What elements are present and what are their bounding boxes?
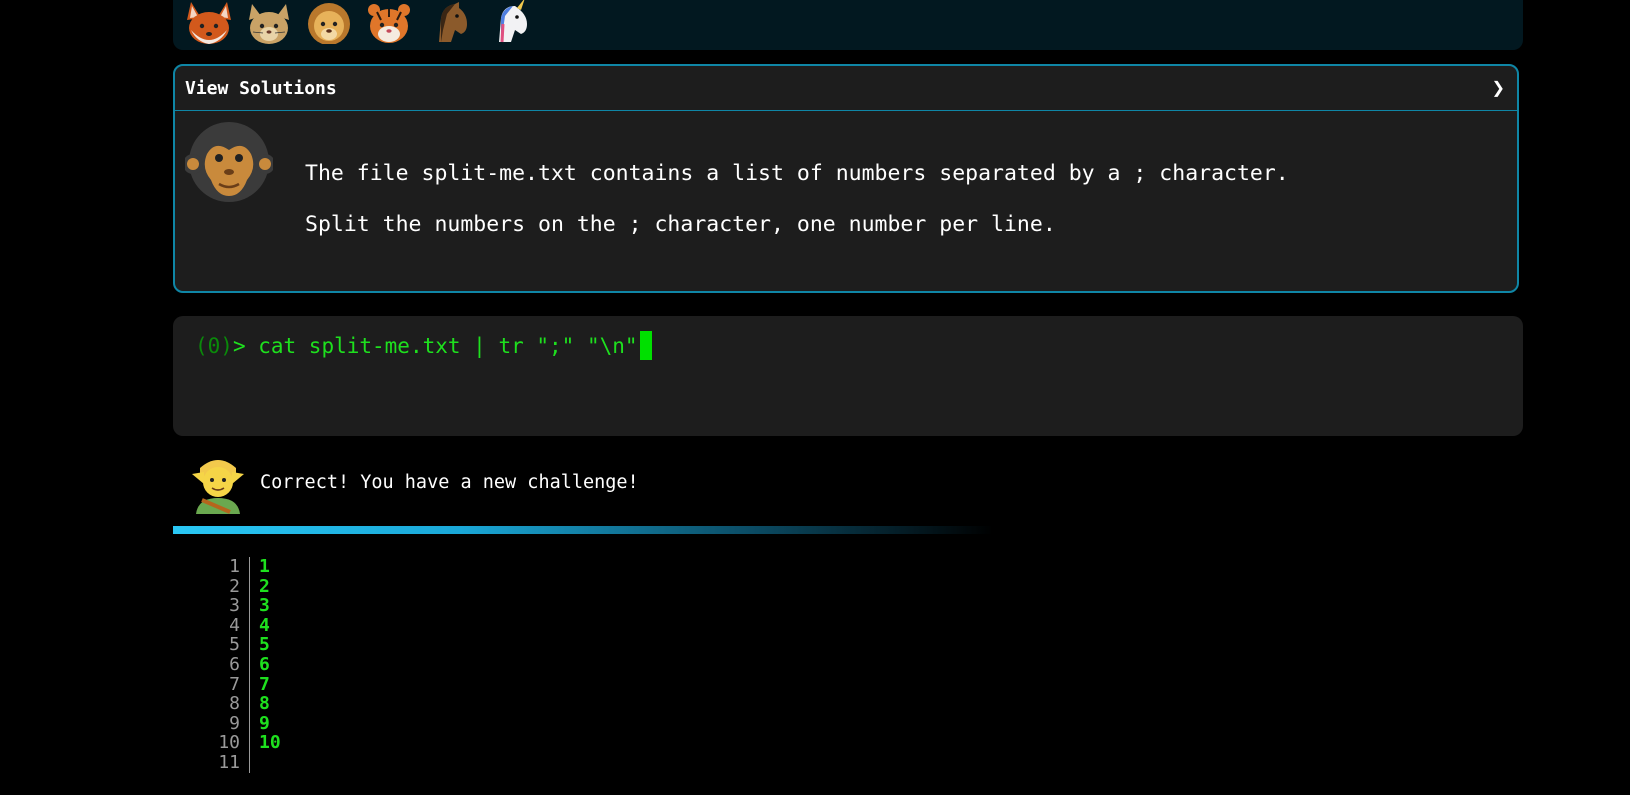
unicorn-face-icon[interactable] — [481, 0, 537, 44]
output-value: 2 — [259, 575, 270, 597]
output-value: 3 — [259, 595, 270, 617]
output-row: 33 — [200, 596, 281, 616]
output-row: 11 — [200, 753, 281, 773]
cat-face-icon[interactable] — [241, 0, 297, 44]
line-number: 2 — [200, 576, 250, 597]
output-value — [250, 753, 259, 773]
line-number: 1 — [200, 557, 250, 577]
solutions-panel: View Solutions ❯ The file split-me.txt c… — [173, 64, 1519, 293]
monkey-face-icon — [185, 122, 273, 202]
line-number: 5 — [200, 635, 250, 655]
output-value: 7 — [259, 673, 270, 695]
solutions-header[interactable]: View Solutions ❯ — [175, 66, 1517, 111]
output-value: 4 — [259, 614, 270, 636]
horse-face-icon[interactable] — [421, 0, 477, 44]
line-number: 6 — [200, 655, 250, 675]
output-row: 11 — [200, 557, 281, 577]
feedback-message: Correct! You have a new challenge! — [190, 450, 639, 514]
line-number: 7 — [200, 674, 250, 695]
chevron-right-icon[interactable]: ❯ — [1492, 76, 1505, 101]
output-value: 5 — [259, 634, 270, 656]
line-number: 10 — [200, 733, 250, 753]
lion-face-icon[interactable] — [301, 0, 357, 44]
elf-icon — [192, 460, 244, 514]
text-cursor — [639, 331, 652, 360]
command-text[interactable]: cat split-me.txt | tr ";" "\n" — [258, 334, 637, 358]
output-row: 44 — [200, 616, 281, 636]
fox-face-icon[interactable] — [181, 0, 237, 44]
terminal-input[interactable]: (0) > cat split-me.txt | tr ";" "\n" — [173, 316, 1523, 436]
output-row: 55 — [200, 635, 281, 655]
output-value: 8 — [259, 693, 270, 715]
line-number: 4 — [200, 616, 250, 636]
output-value: 10 — [259, 732, 281, 754]
output-value: 9 — [259, 712, 270, 734]
line-number: 11 — [200, 753, 250, 773]
line-number: 3 — [200, 596, 250, 616]
prompt-symbol: > — [232, 333, 259, 358]
solutions-title[interactable]: View Solutions — [185, 78, 337, 99]
output-row: 99 — [200, 714, 281, 734]
line-number: 9 — [200, 714, 250, 734]
output-row: 88 — [200, 694, 281, 714]
exit-status: (0) — [195, 333, 233, 358]
progress-bar — [173, 526, 993, 534]
output-value: 1 — [259, 556, 270, 577]
avatar-strip — [173, 0, 1523, 50]
feedback-text: Correct! You have a new challenge! — [260, 471, 639, 493]
output-row: 77 — [200, 673, 281, 695]
output-row: 22 — [200, 575, 281, 597]
command-output: 1 1 2 2 3 3 4 4 5 5 6 6 7 7 8 8 9 9 10 10 11 — [200, 557, 281, 773]
avatar-row — [181, 0, 537, 44]
prompt-line[interactable]: (0) > cat split-me.txt | tr ";" "\n" — [195, 331, 652, 360]
output-row: 10 10 — [200, 733, 281, 753]
page: View Solutions ❯ The file split-me.txt c… — [0, 0, 1630, 795]
challenge-description: The file split-me.txt contains a list of… — [305, 161, 1289, 263]
challenge-line-2: Split the numbers on the ; character, on… — [305, 212, 1056, 237]
tiger-face-icon[interactable] — [361, 0, 417, 44]
output-value: 6 — [259, 653, 270, 675]
challenge-line-1: The file split-me.txt contains a list of… — [305, 161, 1289, 186]
output-row: 66 — [200, 655, 281, 675]
line-number: 8 — [200, 694, 250, 714]
